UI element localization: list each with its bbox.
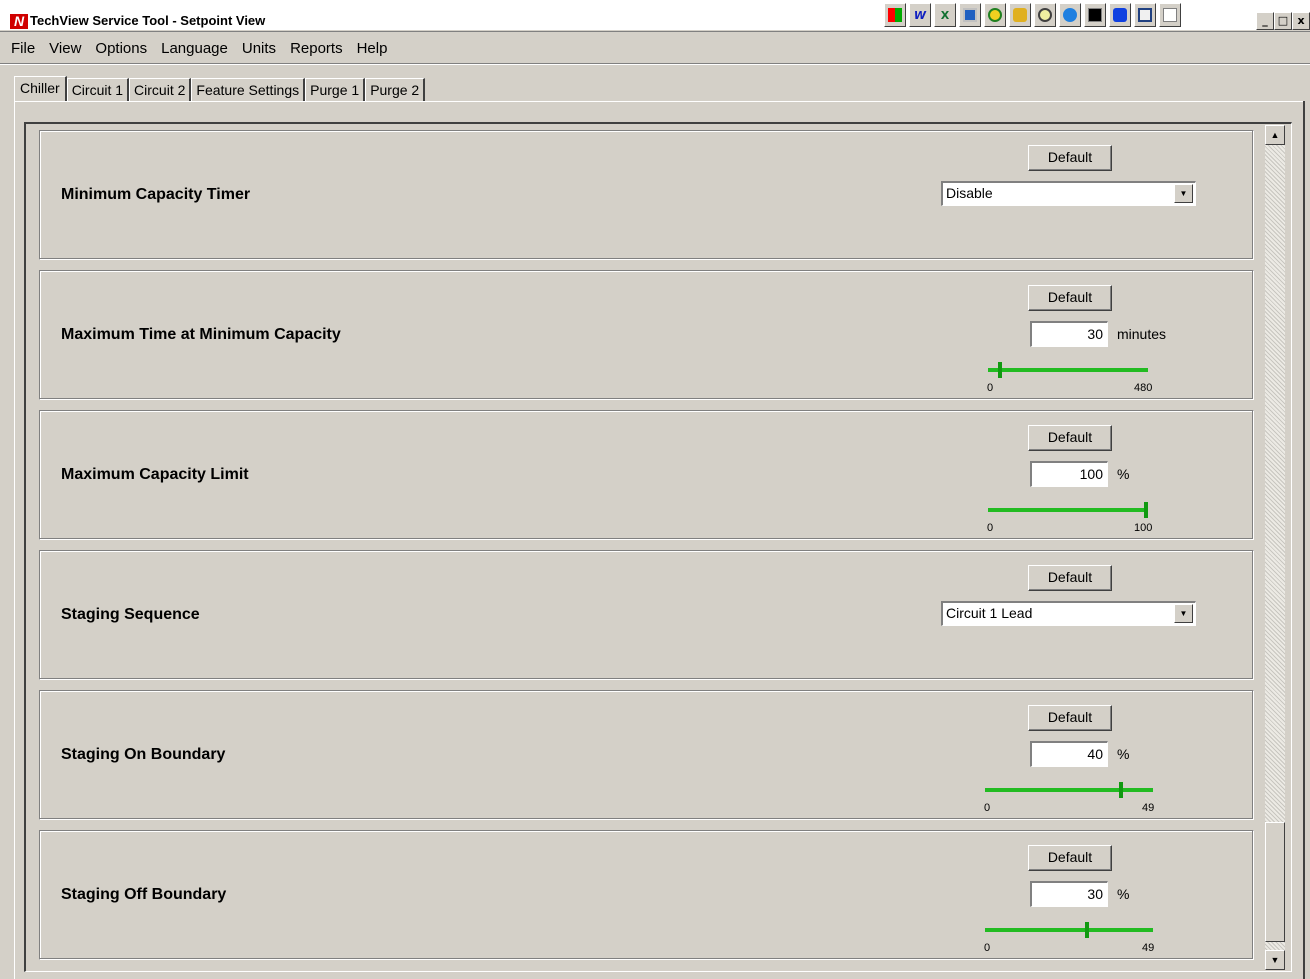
slider-max-label: 49 <box>1142 802 1155 814</box>
setting-panel-staging-on-boundary: Default Staging On Boundary 40 % 0 49 <box>39 690 1254 820</box>
scroll-down-button[interactable]: ▼ <box>1265 950 1285 970</box>
menu-help[interactable]: Help <box>350 38 395 60</box>
tray-app-icon[interactable] <box>884 3 906 27</box>
menu-options[interactable]: Options <box>88 38 154 60</box>
slider-thumb[interactable] <box>1144 502 1148 518</box>
menu-file[interactable]: File <box>4 38 42 60</box>
slider-track[interactable] <box>985 928 1153 932</box>
window-icon[interactable] <box>1134 3 1156 27</box>
unit-label: % <box>1117 886 1130 902</box>
menu-bar: File View Options Language Units Reports… <box>0 38 394 60</box>
unit-label: % <box>1117 746 1130 762</box>
scroll-up-button[interactable]: ▲ <box>1265 125 1285 145</box>
tab-purge-2[interactable]: Purge 2 <box>365 78 426 102</box>
setting-label: Staging On Boundary <box>61 746 226 763</box>
tray-toolbar: W X <box>884 3 1181 30</box>
slider-thumb[interactable] <box>997 362 1002 378</box>
terminal-icon[interactable] <box>1084 3 1106 27</box>
selected-value: Circuit 1 Lead <box>946 605 1033 621</box>
setting-panel-maximum-capacity-limit: Default Maximum Capacity Limit 100 % 0 1… <box>39 410 1254 540</box>
menu-reports[interactable]: Reports <box>283 38 350 60</box>
window-title: TechView Service Tool - Setpoint View <box>30 13 266 28</box>
menu-divider-highlight <box>0 64 1310 65</box>
default-button[interactable]: Default <box>1028 565 1112 591</box>
tab-strip: Chiller Circuit 1 Circuit 2 Feature Sett… <box>14 76 426 102</box>
setting-label: Staging Off Boundary <box>61 886 227 903</box>
staging-on-boundary-input[interactable]: 40 <box>1030 741 1108 767</box>
slider-thumb[interactable] <box>1085 922 1090 938</box>
staging-off-boundary-input[interactable]: 30 <box>1030 881 1108 907</box>
setting-label: Minimum Capacity Timer <box>61 186 251 203</box>
close-button[interactable]: x <box>1292 12 1310 30</box>
unit-label: % <box>1117 466 1130 482</box>
maximize-button[interactable]: □ <box>1274 12 1292 30</box>
slider-min-label: 0 <box>984 802 991 814</box>
tab-circuit-1[interactable]: Circuit 1 <box>66 78 130 102</box>
slider-max-label: 100 <box>1134 522 1153 534</box>
tab-circuit-2[interactable]: Circuit 2 <box>129 78 192 102</box>
default-button[interactable]: Default <box>1028 425 1112 451</box>
slider-min-label: 0 <box>987 382 994 394</box>
minimize-button[interactable]: _ <box>1256 12 1274 30</box>
clock-icon[interactable] <box>984 3 1006 27</box>
calendar-icon[interactable] <box>1159 3 1181 27</box>
default-button[interactable]: Default <box>1028 705 1112 731</box>
vertical-scrollbar[interactable]: ▲ ▼ <box>1265 125 1285 970</box>
setting-panel-maximum-time-at-minimum-capacity: Default Maximum Time at Minimum Capacity… <box>39 270 1254 400</box>
unit-label: minutes <box>1117 326 1167 342</box>
maximum-time-input[interactable]: 30 <box>1030 321 1108 347</box>
scroll-thumb[interactable] <box>1265 822 1285 942</box>
excel-icon[interactable]: X <box>934 3 956 27</box>
slider-max-label: 49 <box>1142 942 1155 954</box>
setting-panel-staging-sequence: Default Staging Sequence Circuit 1 Lead … <box>39 550 1254 680</box>
setting-label: Maximum Time at Minimum Capacity <box>61 326 341 343</box>
word-icon[interactable]: W <box>909 3 931 27</box>
slider-track[interactable] <box>985 788 1153 792</box>
chevron-down-icon[interactable]: ▼ <box>1174 184 1193 203</box>
tab-purge-1[interactable]: Purge 1 <box>305 78 366 102</box>
key-icon[interactable] <box>1009 3 1031 27</box>
search-icon[interactable] <box>1034 3 1056 27</box>
screen-icon[interactable] <box>959 3 981 27</box>
slider-track[interactable] <box>988 368 1148 372</box>
slider-min-label: 0 <box>987 522 994 534</box>
title-divider <box>0 31 1310 32</box>
browser-icon[interactable] <box>1059 3 1081 27</box>
slider-max-label: 480 <box>1134 382 1153 394</box>
minimum-capacity-timer-select[interactable]: Disable ▼ <box>941 181 1196 206</box>
default-button[interactable]: Default <box>1028 845 1112 871</box>
tab-chiller[interactable]: Chiller <box>14 76 67 102</box>
default-button[interactable]: Default <box>1028 145 1112 171</box>
slider-track[interactable] <box>988 508 1148 512</box>
app-logo-icon: N <box>10 14 28 29</box>
staging-sequence-select[interactable]: Circuit 1 Lead ▼ <box>941 601 1196 626</box>
title-bar: N TechView Service Tool - Setpoint View … <box>0 0 1310 30</box>
setting-label: Maximum Capacity Limit <box>61 466 249 483</box>
setting-label: Staging Sequence <box>61 606 200 623</box>
tab-body-right-edge <box>1303 101 1305 979</box>
menu-view[interactable]: View <box>42 38 88 60</box>
slider-thumb[interactable] <box>1118 782 1123 798</box>
setting-panel-minimum-capacity-timer: Default Minimum Capacity Timer Disable ▼ <box>39 130 1254 260</box>
tab-body-left-edge <box>14 101 15 979</box>
chevron-down-icon[interactable]: ▼ <box>1174 604 1193 623</box>
maximum-capacity-limit-input[interactable]: 100 <box>1030 461 1108 487</box>
selected-value: Disable <box>946 185 993 201</box>
tab-body-top-edge <box>14 101 1304 102</box>
menu-language[interactable]: Language <box>154 38 235 60</box>
refresh-icon[interactable] <box>1109 3 1131 27</box>
menu-units[interactable]: Units <box>235 38 283 60</box>
tab-feature-settings[interactable]: Feature Settings <box>191 78 306 102</box>
setting-panel-staging-off-boundary: Default Staging Off Boundary 30 % 0 49 <box>39 830 1254 960</box>
slider-min-label: 0 <box>984 942 991 954</box>
default-button[interactable]: Default <box>1028 285 1112 311</box>
